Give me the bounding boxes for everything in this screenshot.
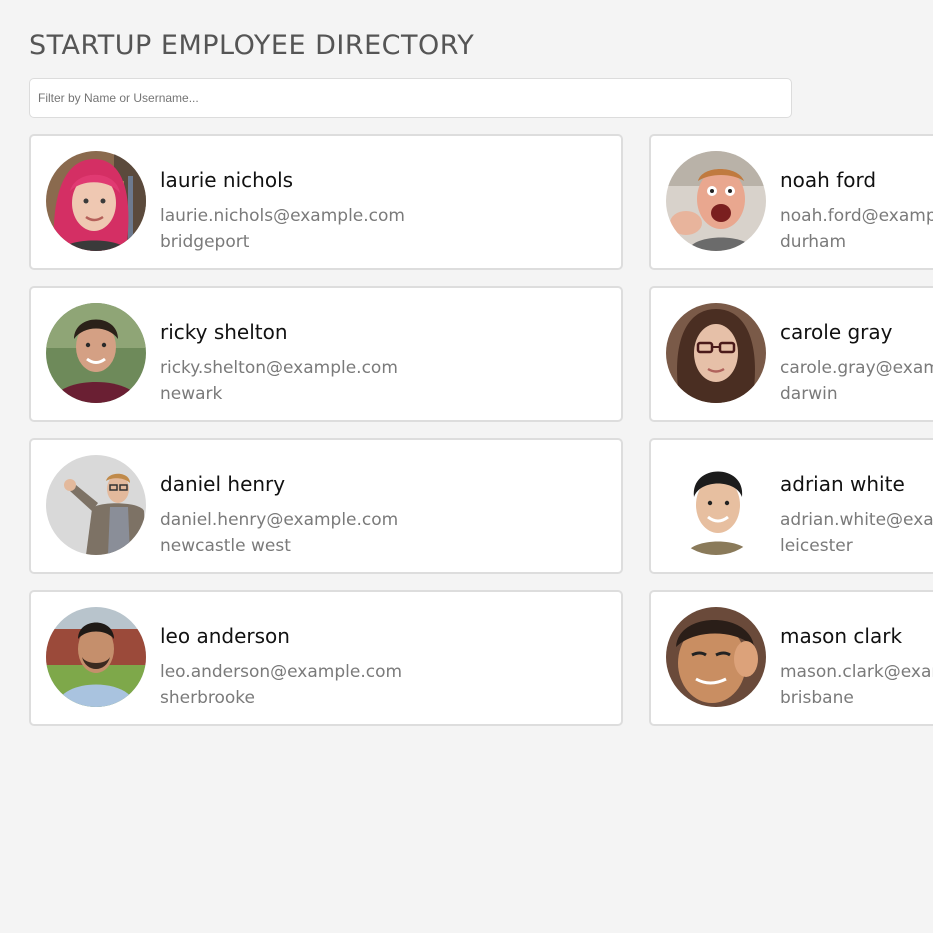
employee-card[interactable]: ricky shelton ricky.shelton@example.com … <box>29 286 623 422</box>
employee-email: carole.gray@example.com <box>780 358 933 378</box>
employee-card[interactable]: daniel henry daniel.henry@example.com ne… <box>29 438 623 574</box>
search-input[interactable] <box>29 78 792 118</box>
employee-card[interactable]: adrian white adrian.white@example.com le… <box>649 438 933 574</box>
employee-name: daniel henry <box>160 472 286 496</box>
avatar <box>46 607 146 707</box>
employee-city: bridgeport <box>160 232 250 252</box>
employee-card[interactable]: laurie nichols laurie.nichols@example.co… <box>29 134 623 270</box>
avatar <box>46 303 146 403</box>
employee-name: leo anderson <box>160 624 290 648</box>
employee-name: adrian white <box>780 472 905 496</box>
employee-email: ricky.shelton@example.com <box>160 358 398 378</box>
employee-email: leo.anderson@example.com <box>160 662 403 682</box>
employee-name: mason clark <box>780 624 903 648</box>
employee-city: newcastle west <box>160 536 291 556</box>
avatar <box>46 455 146 555</box>
employee-directory-page: STARTUP EMPLOYEE DIRECTORY laurie nichol… <box>0 0 933 933</box>
employee-city: darwin <box>780 384 838 404</box>
employee-city: brisbane <box>780 688 854 708</box>
employee-city: newark <box>160 384 223 404</box>
employee-email: adrian.white@example.com <box>780 510 933 530</box>
avatar <box>666 455 766 555</box>
employee-email: noah.ford@example.com <box>780 206 933 226</box>
employee-card[interactable]: mason clark mason.clark@example.com bris… <box>649 590 933 726</box>
avatar <box>46 151 146 251</box>
avatar <box>666 151 766 251</box>
avatar <box>666 607 766 707</box>
employee-email: laurie.nichols@example.com <box>160 206 405 226</box>
employee-city: leicester <box>780 536 853 556</box>
employee-name: laurie nichols <box>160 168 294 192</box>
employee-card[interactable]: noah ford noah.ford@example.com durham <box>649 134 933 270</box>
employee-city: sherbrooke <box>160 688 255 708</box>
avatar <box>666 303 766 403</box>
employee-email: mason.clark@example.com <box>780 662 933 682</box>
page-title: STARTUP EMPLOYEE DIRECTORY <box>29 30 475 61</box>
employee-card[interactable]: carole gray carole.gray@example.com darw… <box>649 286 933 422</box>
employee-name: noah ford <box>780 168 877 192</box>
employee-city: durham <box>780 232 847 252</box>
employee-card[interactable]: leo anderson leo.anderson@example.com sh… <box>29 590 623 726</box>
employee-name: carole gray <box>780 320 893 344</box>
employee-name: ricky shelton <box>160 320 288 344</box>
employee-email: daniel.henry@example.com <box>160 510 399 530</box>
